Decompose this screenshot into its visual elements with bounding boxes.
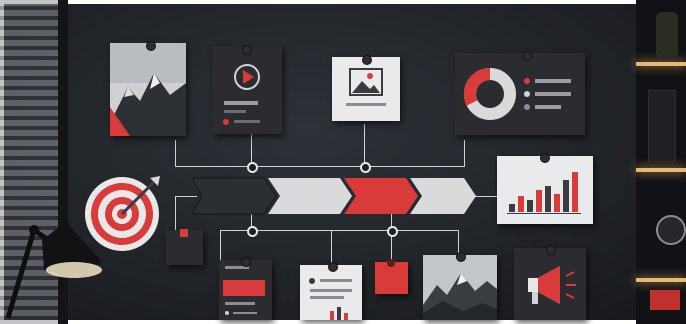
connector-line	[175, 196, 176, 232]
process-chevrons	[192, 177, 476, 215]
push-pin	[540, 153, 550, 163]
red-tab	[180, 229, 188, 237]
shelf-binder	[648, 90, 676, 162]
shelf-light	[636, 62, 686, 66]
connector-line	[464, 140, 465, 167]
text-lines	[223, 266, 265, 315]
push-pin	[242, 45, 252, 55]
connector-line	[220, 230, 221, 264]
chevron-step	[344, 178, 418, 214]
push-pin	[146, 41, 156, 51]
connector-line	[331, 230, 332, 264]
push-pin	[241, 257, 251, 267]
bar-chart-card	[497, 156, 593, 224]
text-card	[219, 260, 272, 320]
connector-line	[474, 196, 498, 197]
push-pin	[362, 55, 372, 65]
shelf-box	[650, 290, 680, 310]
report-lines	[309, 278, 352, 320]
image-card	[332, 57, 400, 121]
push-pin	[387, 259, 395, 267]
donut-chart-card	[455, 53, 585, 135]
image-icon	[346, 68, 386, 106]
mountain-photo-card	[423, 255, 497, 320]
connector-line	[175, 166, 465, 167]
connector-node	[247, 226, 258, 237]
shelf-plant	[656, 12, 678, 58]
mountain-photo	[110, 43, 186, 136]
mountain-photo	[423, 255, 497, 320]
report-card	[300, 265, 362, 320]
connector-node	[360, 162, 371, 173]
connector-line	[391, 214, 392, 260]
donut-chart-icon	[463, 67, 571, 120]
push-pin	[456, 252, 466, 262]
chevron-step	[410, 178, 476, 214]
globe-lamp	[656, 215, 686, 245]
push-pin	[546, 245, 556, 255]
megaphone-card	[514, 248, 586, 320]
play-icon	[223, 64, 260, 125]
push-pin	[328, 262, 338, 272]
connector-line	[364, 124, 365, 167]
megaphone-icon	[528, 266, 576, 304]
shelf-light	[636, 278, 686, 282]
push-pin	[522, 51, 532, 61]
connector-node	[247, 162, 258, 173]
wall-board-scene	[0, 0, 686, 324]
mountain-photo-card	[110, 43, 186, 136]
video-card	[212, 47, 282, 134]
chevron-step	[192, 177, 277, 215]
chevron-step	[268, 178, 352, 214]
bar-chart-icon	[507, 172, 581, 214]
desk-lamp-icon	[5, 222, 102, 319]
connector-line	[175, 140, 176, 167]
shelf-light	[636, 168, 686, 172]
connector-node	[387, 226, 398, 237]
